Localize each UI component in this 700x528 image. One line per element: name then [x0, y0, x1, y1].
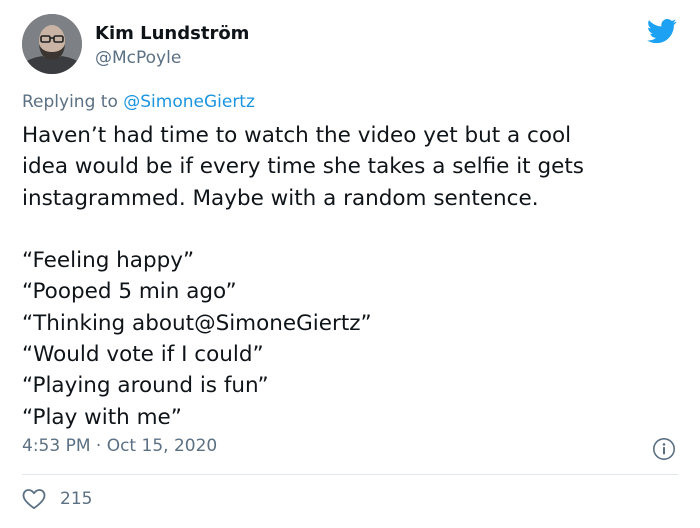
tweet-card: Kim Lundström @McPoyle Replying to @Simo… — [0, 0, 700, 528]
heart-icon[interactable] — [22, 488, 46, 510]
avatar[interactable] — [22, 14, 82, 74]
replying-to-link[interactable]: @SimoneGiertz — [123, 92, 255, 112]
tweet-text-line: idea would be if every time she takes a … — [22, 154, 584, 180]
tweet-text: Haven’t had time to watch the video yet … — [22, 120, 682, 433]
quote-line: “Play with me” — [22, 404, 182, 430]
quote-line: “Would vote if I could” — [22, 342, 264, 368]
replying-to-prefix: Replying to — [22, 92, 124, 112]
quote-line: “Playing around is fun” — [22, 373, 269, 399]
author-block: Kim Lundström @McPoyle — [95, 22, 249, 70]
avatar-image — [22, 14, 82, 74]
like-count: 215 — [60, 489, 93, 509]
divider — [22, 474, 678, 475]
timestamp[interactable]: 4:53 PM · Oct 15, 2020 — [22, 434, 217, 458]
tweet-text-line: Haven’t had time to watch the video yet … — [22, 123, 572, 148]
quote-line: “Thinking about@SimoneGiertz” — [22, 310, 372, 336]
author-name[interactable]: Kim Lundström — [95, 22, 249, 46]
tweet-text-line: instagrammed. Maybe with a random senten… — [22, 185, 539, 211]
like-action[interactable]: 215 — [22, 487, 92, 511]
replying-to: Replying to @SimoneGiertz — [22, 90, 255, 114]
quote-line: “Pooped 5 min ago” — [22, 279, 237, 305]
info-icon[interactable] — [652, 437, 676, 461]
twitter-bird-icon[interactable] — [645, 16, 679, 46]
quote-line: “Feeling happy” — [22, 248, 195, 274]
author-handle[interactable]: @McPoyle — [95, 46, 249, 70]
